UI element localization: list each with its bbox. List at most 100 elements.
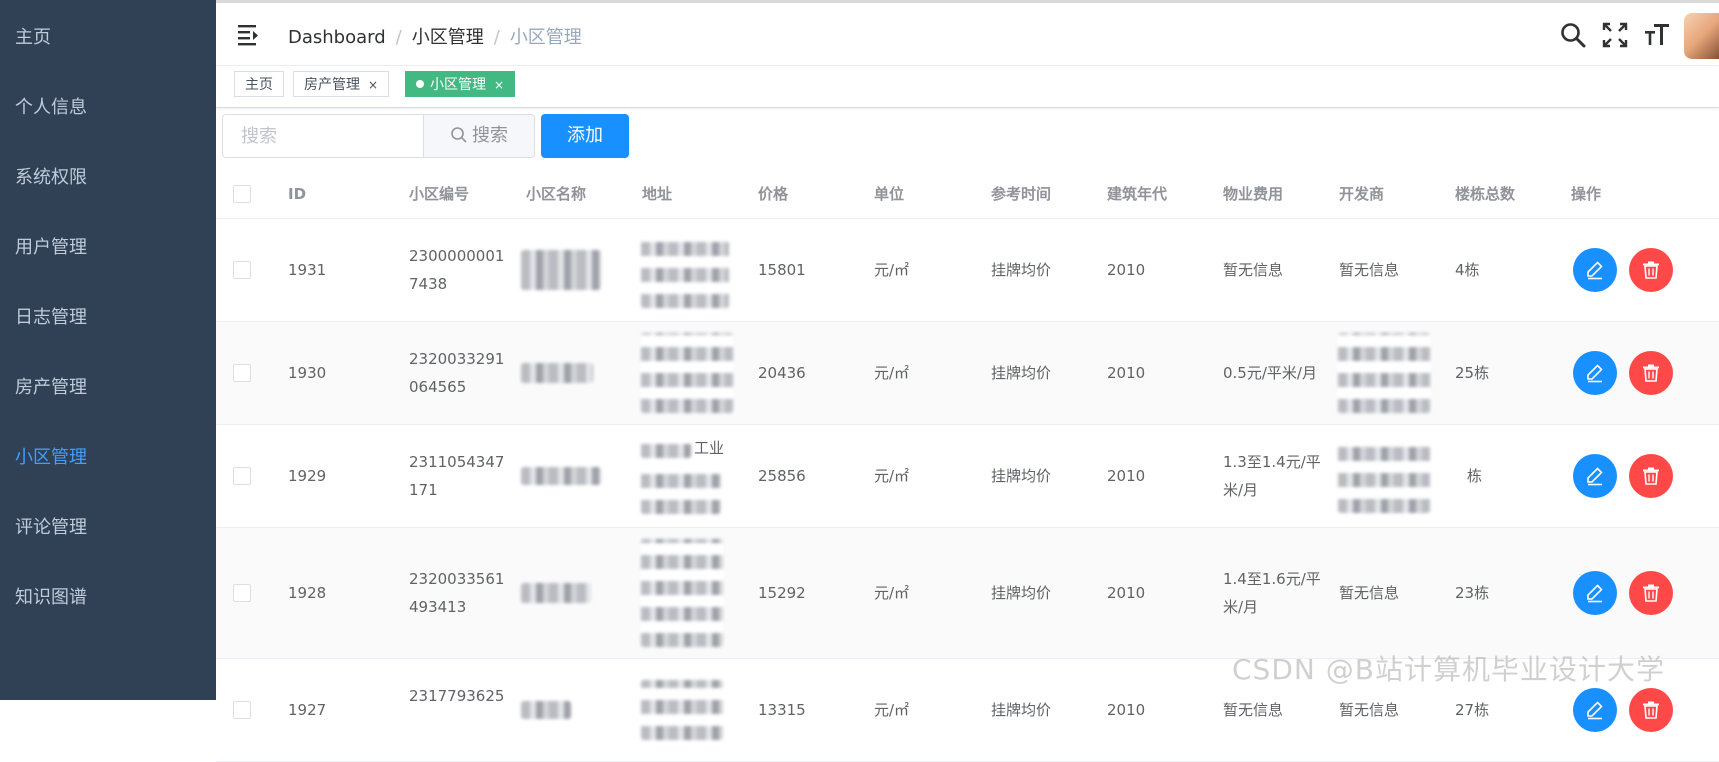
row-checkbox[interactable] <box>233 364 251 382</box>
avatar[interactable] <box>1684 13 1719 59</box>
hamburger-icon[interactable] <box>236 21 262 47</box>
cell-price: 25856 <box>758 467 806 485</box>
tag-home[interactable]: 主页 <box>234 71 284 97</box>
tag-community[interactable]: 小区管理 × <box>405 71 516 97</box>
edit-button[interactable] <box>1573 454 1617 498</box>
cell-unit: 元/㎡ <box>874 261 910 279</box>
redacted-address <box>641 466 721 514</box>
cell-year: 2010 <box>1107 584 1146 602</box>
header-ref-time[interactable]: 参考时间 <box>991 170 1051 218</box>
sidebar: 主页 个人信息 系统权限 用户管理 日志管理 房产管理 小区管理 评论管理 知识… <box>0 0 216 700</box>
delete-button[interactable] <box>1629 571 1673 615</box>
cell-buildings: 25栋 <box>1455 364 1490 382</box>
add-button[interactable]: 添加 <box>541 114 629 158</box>
header-code[interactable]: 小区编号 <box>409 170 469 218</box>
cell-buildings: 27栋 <box>1455 701 1490 719</box>
redacted-developer <box>1338 333 1430 413</box>
fullscreen-icon[interactable] <box>1601 21 1629 49</box>
tags-view: 主页 房产管理 × 小区管理 × <box>216 66 1719 108</box>
cell-fee: 暂无信息 <box>1223 261 1284 279</box>
header-developer[interactable]: 开发商 <box>1339 170 1384 218</box>
watermark: CSDN @B站计算机毕业设计大学 <box>1232 653 1665 686</box>
edit-button[interactable] <box>1573 248 1617 292</box>
breadcrumb-dashboard[interactable]: Dashboard <box>288 27 386 48</box>
tag-label: 小区管理 <box>430 77 486 93</box>
sidebar-item-property[interactable]: 房产管理 <box>0 360 216 416</box>
header-name[interactable]: 小区名称 <box>526 170 586 218</box>
header-actions: 操作 <box>1571 185 1602 203</box>
sidebar-item-profile[interactable]: 个人信息 <box>0 80 216 136</box>
header-address[interactable]: 地址 <box>642 170 672 218</box>
cell-fee: 1.4至1.6元/平米/月 <box>1223 570 1321 616</box>
cell-fee: 暂无信息 <box>1223 701 1284 719</box>
search-button[interactable]: 搜索 <box>423 114 535 158</box>
redacted-name <box>521 467 601 485</box>
header-unit[interactable]: 单位 <box>874 170 904 218</box>
cell-year: 2010 <box>1107 701 1146 719</box>
edit-icon <box>1587 364 1603 383</box>
sidebar-item-knowledge-graph[interactable]: 知识图谱 <box>0 570 216 626</box>
edit-icon <box>1587 261 1603 280</box>
delete-icon <box>1643 364 1659 382</box>
cell-code: 23000000017438 <box>409 247 505 293</box>
tag-property[interactable]: 房产管理 × <box>293 71 390 97</box>
edit-icon <box>1587 584 1603 603</box>
row-checkbox[interactable] <box>233 701 251 719</box>
edit-icon <box>1587 701 1603 720</box>
edit-button[interactable] <box>1573 351 1617 395</box>
search-icon[interactable] <box>1559 21 1587 49</box>
header-year[interactable]: 建筑年代 <box>1107 170 1167 218</box>
breadcrumb-parent[interactable]: 小区管理 <box>412 27 484 48</box>
cell-unit: 元/㎡ <box>874 364 910 382</box>
delete-button[interactable] <box>1629 454 1673 498</box>
cell-unit: 元/㎡ <box>874 584 910 602</box>
sidebar-item-home[interactable]: 主页 <box>0 10 216 66</box>
cell-code: 2320033561493413 <box>409 570 505 616</box>
delete-button[interactable] <box>1629 351 1673 395</box>
active-dot-icon <box>416 80 424 88</box>
cell-buildings: 栋 <box>1467 467 1483 485</box>
cell-developer: 暂无信息 <box>1339 584 1400 602</box>
redacted-name <box>521 363 593 383</box>
breadcrumb-current: 小区管理 <box>509 27 582 48</box>
edit-button[interactable] <box>1573 571 1617 615</box>
select-all-checkbox[interactable] <box>233 185 251 203</box>
row-checkbox[interactable] <box>233 467 251 485</box>
cell-ref-time: 挂牌均价 <box>991 701 1052 719</box>
row-checkbox[interactable] <box>233 261 251 279</box>
header-fee[interactable]: 物业费用 <box>1223 170 1283 218</box>
cell-buildings: 4栋 <box>1455 261 1480 279</box>
cell-ref-time: 挂牌均价 <box>991 584 1052 602</box>
cell-price: 15292 <box>758 584 806 602</box>
delete-button[interactable] <box>1629 688 1673 732</box>
cell-id: 1930 <box>288 364 327 382</box>
header-price[interactable]: 价格 <box>758 170 788 218</box>
table-row: 1930 2320033291064565 20436 元/㎡ 挂牌均价 201… <box>216 322 1719 425</box>
sidebar-item-logs[interactable]: 日志管理 <box>0 290 216 346</box>
close-icon[interactable]: × <box>494 78 504 92</box>
text-size-icon[interactable] <box>1643 21 1671 49</box>
redacted-address <box>641 333 733 413</box>
close-icon[interactable]: × <box>368 78 378 92</box>
cell-code: 2317793625 <box>409 687 505 705</box>
table-row: 1928 2320033561493413 15292 元/㎡ 挂牌均价 201… <box>216 528 1719 659</box>
row-checkbox[interactable] <box>233 584 251 602</box>
edit-button[interactable] <box>1573 688 1617 732</box>
table-row: 1931 23000000017438 15801 元/㎡ 挂牌均价 2010 … <box>216 219 1719 322</box>
delete-button[interactable] <box>1629 248 1673 292</box>
search-input[interactable] <box>222 114 424 158</box>
edit-icon <box>1587 467 1603 486</box>
cell-price: 13315 <box>758 701 806 719</box>
sidebar-item-community[interactable]: 小区管理 <box>0 430 216 486</box>
breadcrumb: Dashboard / 小区管理 / 小区管理 <box>288 27 582 48</box>
sidebar-item-permissions[interactable]: 系统权限 <box>0 150 216 206</box>
sidebar-item-users[interactable]: 用户管理 <box>0 220 216 276</box>
sidebar-item-comments[interactable]: 评论管理 <box>0 500 216 556</box>
delete-icon <box>1643 701 1659 719</box>
header-buildings[interactable]: 楼栋总数 <box>1455 170 1515 218</box>
cell-year: 2010 <box>1107 467 1146 485</box>
cell-buildings: 23栋 <box>1455 584 1490 602</box>
cell-unit: 元/㎡ <box>874 467 910 485</box>
redacted-name <box>521 250 601 290</box>
header-id[interactable]: ID <box>288 170 306 218</box>
